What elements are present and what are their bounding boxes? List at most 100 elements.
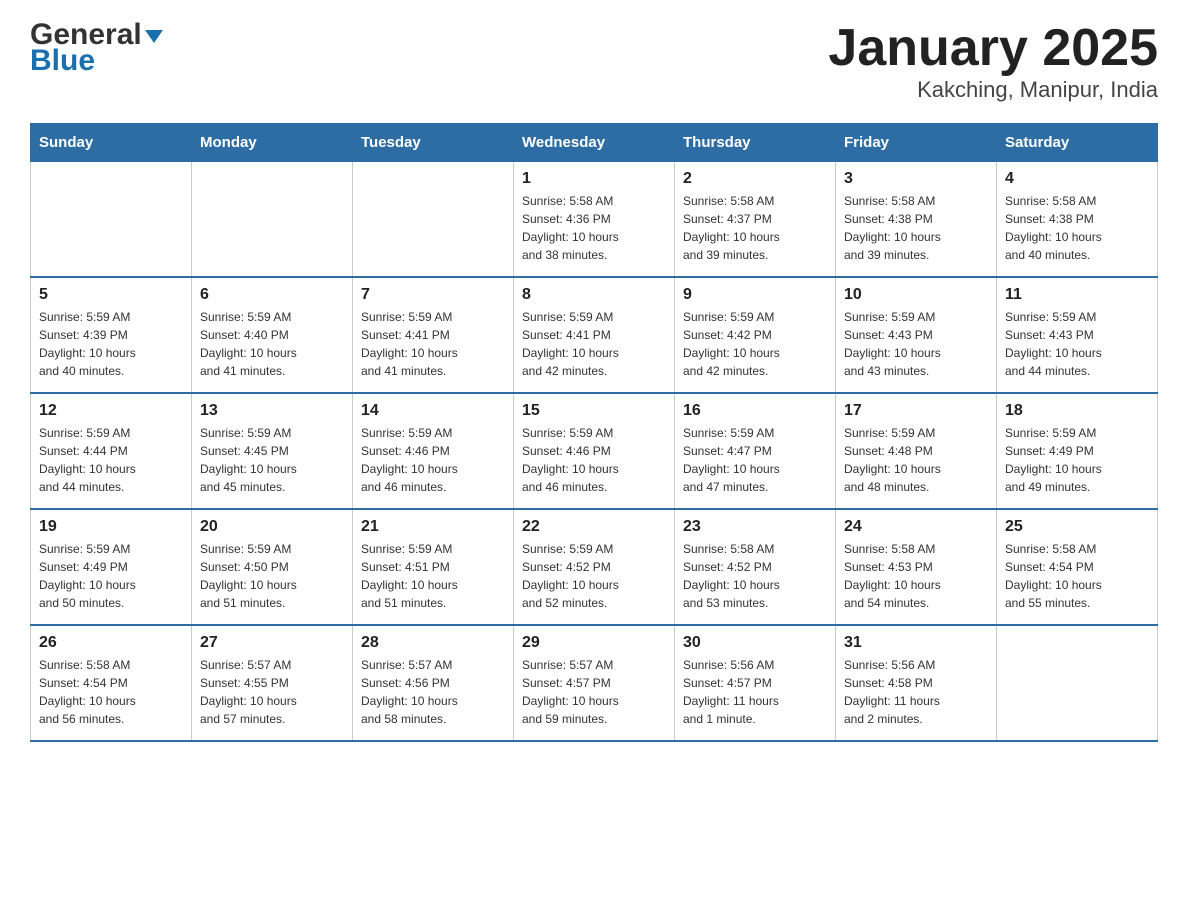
day-number: 25: [1005, 518, 1149, 536]
day-info: Sunrise: 5:59 AM Sunset: 4:48 PM Dayligh…: [844, 424, 988, 496]
day-info: Sunrise: 5:59 AM Sunset: 4:41 PM Dayligh…: [361, 308, 505, 380]
day-info: Sunrise: 5:59 AM Sunset: 4:49 PM Dayligh…: [1005, 424, 1149, 496]
day-info: Sunrise: 5:59 AM Sunset: 4:42 PM Dayligh…: [683, 308, 827, 380]
calendar-cell: 1 Sunrise: 5:58 AM Sunset: 4:36 PM Daylig…: [514, 162, 675, 278]
calendar-cell: 17 Sunrise: 5:59 AM Sunset: 4:48 PM Dayli…: [836, 393, 997, 509]
day-number: 30: [683, 634, 827, 652]
day-info: Sunrise: 5:59 AM Sunset: 4:43 PM Dayligh…: [1005, 308, 1149, 380]
day-info: Sunrise: 5:58 AM Sunset: 4:54 PM Dayligh…: [1005, 540, 1149, 612]
day-number: 29: [522, 634, 666, 652]
calendar-cell: 20 Sunrise: 5:59 AM Sunset: 4:50 PM Dayli…: [192, 509, 353, 625]
calendar-cell: 30 Sunrise: 5:56 AM Sunset: 4:57 PM Dayli…: [675, 625, 836, 741]
calendar-week-row: 1 Sunrise: 5:58 AM Sunset: 4:36 PM Daylig…: [31, 162, 1158, 278]
day-number: 24: [844, 518, 988, 536]
day-number: 21: [361, 518, 505, 536]
day-number: 3: [844, 170, 988, 188]
header-sunday: Sunday: [31, 124, 192, 162]
day-info: Sunrise: 5:57 AM Sunset: 4:55 PM Dayligh…: [200, 656, 344, 728]
calendar-cell: 12 Sunrise: 5:59 AM Sunset: 4:44 PM Dayli…: [31, 393, 192, 509]
day-number: 31: [844, 634, 988, 652]
day-number: 1: [522, 170, 666, 188]
header-friday: Friday: [836, 124, 997, 162]
calendar-cell: 2Sunrise: 5:58 AM Sunset: 4:37 PM Daylig…: [675, 162, 836, 278]
calendar-cell: 3Sunrise: 5:58 AM Sunset: 4:38 PM Daylig…: [836, 162, 997, 278]
day-number: 19: [39, 518, 183, 536]
day-info: Sunrise: 5:59 AM Sunset: 4:44 PM Dayligh…: [39, 424, 183, 496]
calendar-cell: 24Sunrise: 5:58 AM Sunset: 4:53 PM Dayli…: [836, 509, 997, 625]
day-info: Sunrise: 5:59 AM Sunset: 4:50 PM Dayligh…: [200, 540, 344, 612]
calendar-cell: 23 Sunrise: 5:58 AM Sunset: 4:52 PM Dayli…: [675, 509, 836, 625]
day-number: 5: [39, 286, 183, 304]
day-info: Sunrise: 5:58 AM Sunset: 4:54 PM Dayligh…: [39, 656, 183, 728]
calendar-cell: 21 Sunrise: 5:59 AM Sunset: 4:51 PM Dayli…: [353, 509, 514, 625]
header-tuesday: Tuesday: [353, 124, 514, 162]
header-monday: Monday: [192, 124, 353, 162]
day-info: Sunrise: 5:59 AM Sunset: 4:40 PM Dayligh…: [200, 308, 344, 380]
title-block: January 2025 Kakching, Manipur, India: [828, 20, 1158, 103]
calendar-cell: 18 Sunrise: 5:59 AM Sunset: 4:49 PM Dayli…: [997, 393, 1158, 509]
day-info: Sunrise: 5:58 AM Sunset: 4:36 PM Dayligh…: [522, 192, 666, 264]
calendar-cell: [31, 162, 192, 278]
day-number: 6: [200, 286, 344, 304]
day-number: 23: [683, 518, 827, 536]
day-info: Sunrise: 5:56 AM Sunset: 4:58 PM Dayligh…: [844, 656, 988, 728]
day-number: 12: [39, 402, 183, 420]
day-number: 20: [200, 518, 344, 536]
day-info: Sunrise: 5:58 AM Sunset: 4:38 PM Dayligh…: [1005, 192, 1149, 264]
calendar-cell: 7 Sunrise: 5:59 AM Sunset: 4:41 PM Daylig…: [353, 277, 514, 393]
day-info: Sunrise: 5:59 AM Sunset: 4:46 PM Dayligh…: [361, 424, 505, 496]
calendar-cell: 26Sunrise: 5:58 AM Sunset: 4:54 PM Dayli…: [31, 625, 192, 741]
calendar-cell: 27 Sunrise: 5:57 AM Sunset: 4:55 PM Dayli…: [192, 625, 353, 741]
page-title: January 2025: [828, 20, 1158, 77]
calendar-cell: 28 Sunrise: 5:57 AM Sunset: 4:56 PM Dayli…: [353, 625, 514, 741]
day-number: 9: [683, 286, 827, 304]
day-info: Sunrise: 5:59 AM Sunset: 4:43 PM Dayligh…: [844, 308, 988, 380]
day-info: Sunrise: 5:59 AM Sunset: 4:39 PM Dayligh…: [39, 308, 183, 380]
day-info: Sunrise: 5:56 AM Sunset: 4:57 PM Dayligh…: [683, 656, 827, 728]
calendar-cell: 10 Sunrise: 5:59 AM Sunset: 4:43 PM Dayli…: [836, 277, 997, 393]
day-number: 27: [200, 634, 344, 652]
day-number: 18: [1005, 402, 1149, 420]
day-info: Sunrise: 5:59 AM Sunset: 4:47 PM Dayligh…: [683, 424, 827, 496]
calendar-cell: 8Sunrise: 5:59 AM Sunset: 4:41 PM Daylig…: [514, 277, 675, 393]
day-number: 17: [844, 402, 988, 420]
day-number: 16: [683, 402, 827, 420]
calendar-cell: [353, 162, 514, 278]
day-info: Sunrise: 5:58 AM Sunset: 4:52 PM Dayligh…: [683, 540, 827, 612]
header-thursday: Thursday: [675, 124, 836, 162]
calendar-cell: 16 Sunrise: 5:59 AM Sunset: 4:47 PM Dayli…: [675, 393, 836, 509]
day-info: Sunrise: 5:57 AM Sunset: 4:56 PM Dayligh…: [361, 656, 505, 728]
day-number: 22: [522, 518, 666, 536]
calendar-cell: 15Sunrise: 5:59 AM Sunset: 4:46 PM Dayli…: [514, 393, 675, 509]
day-info: Sunrise: 5:57 AM Sunset: 4:57 PM Dayligh…: [522, 656, 666, 728]
calendar-table: Sunday Monday Tuesday Wednesday Thursday…: [30, 123, 1158, 742]
calendar-week-row: 12 Sunrise: 5:59 AM Sunset: 4:44 PM Dayli…: [31, 393, 1158, 509]
logo: General Blue: [30, 20, 163, 76]
calendar-cell: 4 Sunrise: 5:58 AM Sunset: 4:38 PM Daylig…: [997, 162, 1158, 278]
calendar-cell: 25 Sunrise: 5:58 AM Sunset: 4:54 PM Dayli…: [997, 509, 1158, 625]
header-wednesday: Wednesday: [514, 124, 675, 162]
day-number: 7: [361, 286, 505, 304]
day-number: 13: [200, 402, 344, 420]
day-number: 4: [1005, 170, 1149, 188]
calendar-week-row: 5 Sunrise: 5:59 AM Sunset: 4:39 PM Daylig…: [31, 277, 1158, 393]
calendar-cell: [192, 162, 353, 278]
day-info: Sunrise: 5:59 AM Sunset: 4:41 PM Dayligh…: [522, 308, 666, 380]
calendar-cell: [997, 625, 1158, 741]
day-number: 11: [1005, 286, 1149, 304]
calendar-cell: 14 Sunrise: 5:59 AM Sunset: 4:46 PM Dayli…: [353, 393, 514, 509]
day-number: 2: [683, 170, 827, 188]
day-info: Sunrise: 5:59 AM Sunset: 4:45 PM Dayligh…: [200, 424, 344, 496]
day-info: Sunrise: 5:59 AM Sunset: 4:51 PM Dayligh…: [361, 540, 505, 612]
calendar-cell: 19Sunrise: 5:59 AM Sunset: 4:49 PM Dayli…: [31, 509, 192, 625]
calendar-cell: 31 Sunrise: 5:56 AM Sunset: 4:58 PM Dayli…: [836, 625, 997, 741]
day-number: 10: [844, 286, 988, 304]
day-info: Sunrise: 5:59 AM Sunset: 4:46 PM Dayligh…: [522, 424, 666, 496]
logo-name-blue: Blue: [30, 46, 163, 76]
calendar-cell: 11 Sunrise: 5:59 AM Sunset: 4:43 PM Dayli…: [997, 277, 1158, 393]
day-number: 28: [361, 634, 505, 652]
day-number: 14: [361, 402, 505, 420]
page-subtitle: Kakching, Manipur, India: [828, 77, 1158, 103]
calendar-header-row: Sunday Monday Tuesday Wednesday Thursday…: [31, 124, 1158, 162]
calendar-cell: 9 Sunrise: 5:59 AM Sunset: 4:42 PM Daylig…: [675, 277, 836, 393]
